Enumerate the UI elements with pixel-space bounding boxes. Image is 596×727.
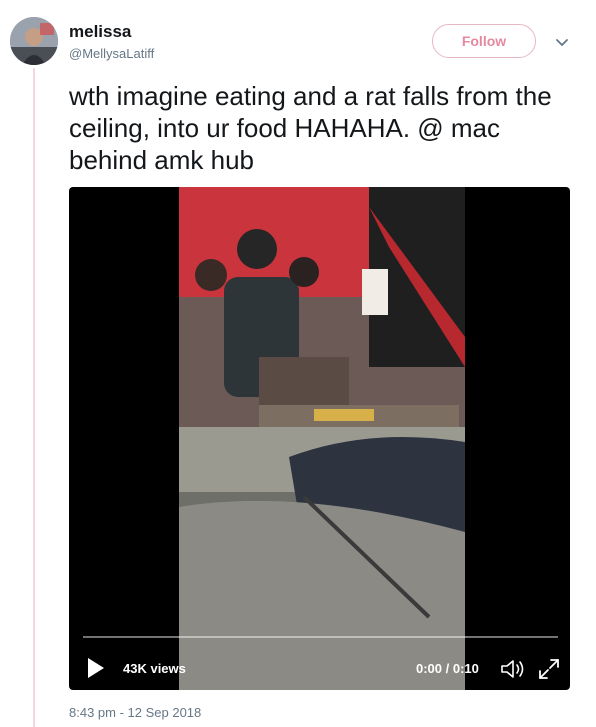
chevron-down-icon[interactable] (553, 33, 571, 51)
expand-icon[interactable] (538, 658, 560, 680)
tweet-timestamp[interactable]: 8:43 pm - 12 Sep 2018 (69, 705, 201, 720)
author-name[interactable]: melissa (69, 22, 131, 42)
video-progress-bar[interactable] (83, 636, 558, 638)
thread-line (33, 68, 35, 727)
view-count: 43K views (123, 661, 186, 676)
tweet-text: wth imagine eating and a rat falls from … (69, 81, 552, 175)
video-frame (179, 187, 465, 690)
volume-icon[interactable] (500, 658, 526, 680)
video-time: 0:00 / 0:10 (416, 661, 479, 676)
video-player[interactable]: 43K views 0:00 / 0:10 (69, 187, 570, 690)
author-handle[interactable]: @MellysaLatiff (69, 46, 154, 61)
follow-button[interactable]: Follow (432, 24, 536, 58)
play-icon[interactable] (87, 657, 105, 679)
avatar[interactable] (10, 17, 58, 65)
